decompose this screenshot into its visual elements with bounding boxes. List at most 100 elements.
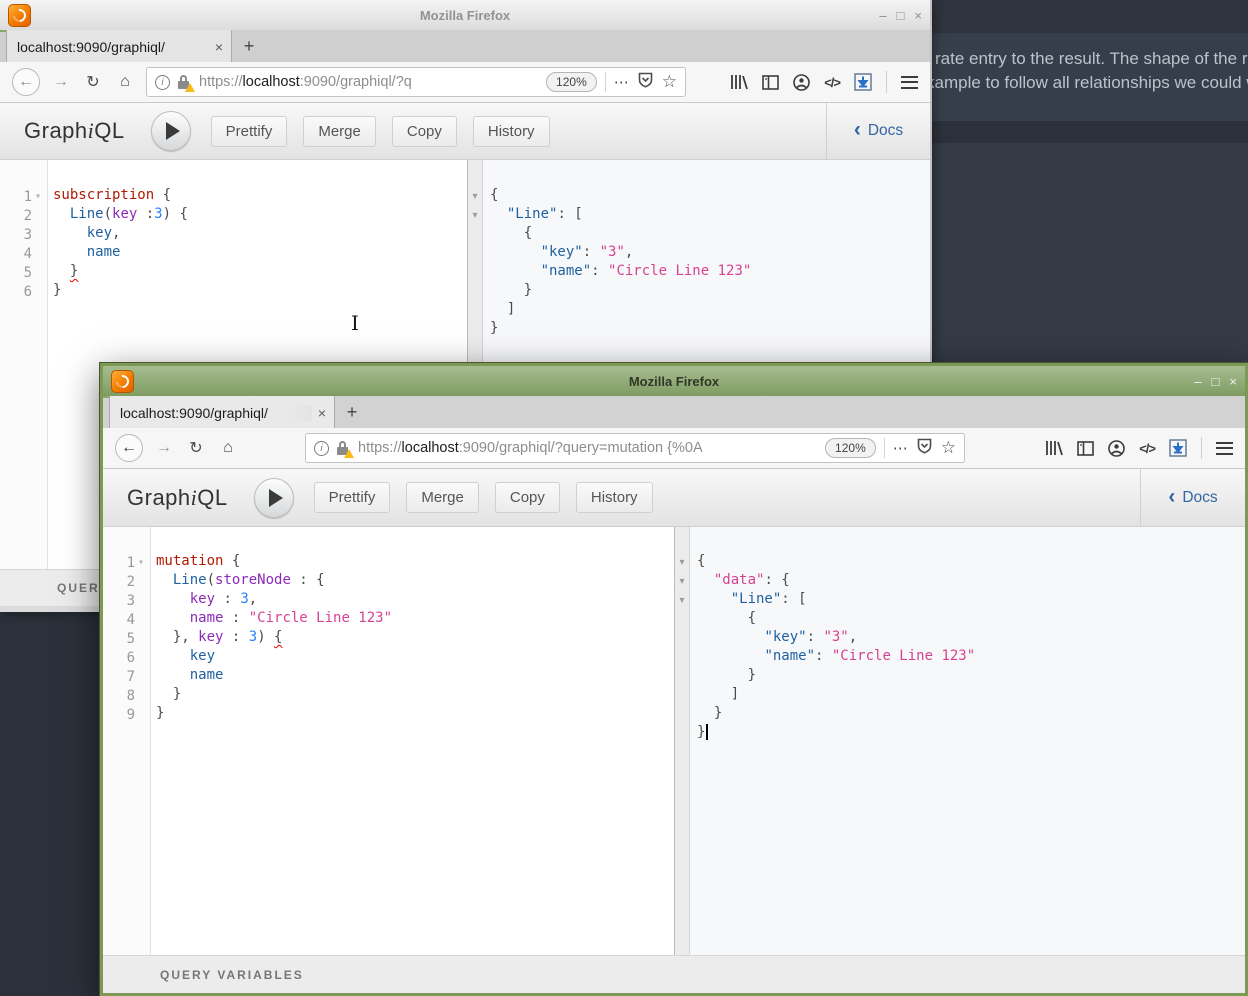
code-line: { <box>697 553 1245 572</box>
code-line: } <box>53 263 467 282</box>
insecure-lock-icon[interactable] <box>335 440 351 456</box>
fold-arrow-icon[interactable]: ▾ <box>32 191 44 202</box>
titlebar[interactable]: Mozilla Firefox – □ × <box>103 366 1245 396</box>
query-editor-pane: 1▾23456789 mutation { Line(storeNode : {… <box>103 527 674 955</box>
fold-gutter-row <box>468 320 482 339</box>
home-button[interactable]: ⌂ <box>114 73 136 91</box>
close-button[interactable]: × <box>1229 375 1237 388</box>
pocket-shield-icon[interactable] <box>917 438 932 458</box>
merge-button[interactable]: Merge <box>303 116 376 147</box>
minimize-button[interactable]: – <box>879 9 886 22</box>
execute-query-button[interactable] <box>254 478 294 518</box>
new-tab-button[interactable]: + <box>232 30 266 62</box>
fold-arrow-icon[interactable]: ▾ <box>675 572 689 591</box>
docs-link[interactable]: ‹Docs <box>1140 469 1245 526</box>
home-button[interactable]: ⌂ <box>217 439 239 457</box>
url-bar[interactable]: i https://localhost:9090/graphiql/?query… <box>305 433 965 463</box>
history-button[interactable]: History <box>576 482 653 513</box>
new-tab-button[interactable]: + <box>335 396 369 428</box>
developer-code-icon[interactable]: </> <box>824 75 840 90</box>
result-fold-gutter[interactable]: ▾▾▾ <box>674 527 690 955</box>
graphiql-panes: 1▾23456789 mutation { Line(storeNode : {… <box>103 527 1245 955</box>
desktop: rate entry to the result. The shape of t… <box>0 0 1248 996</box>
download-icon[interactable] <box>1169 439 1187 457</box>
download-icon[interactable] <box>854 73 872 91</box>
line-number: 5 <box>103 629 150 648</box>
background-docs-text: rate entry to the result. The shape of t… <box>935 49 1248 69</box>
fold-arrow-icon[interactable]: ▾ <box>675 591 689 610</box>
url-text[interactable]: https://localhost:9090/graphiql/?query=m… <box>358 440 821 456</box>
code-line: } <box>53 282 467 301</box>
titlebar[interactable]: Mozilla Firefox – □ × <box>0 0 930 30</box>
firefox-icon <box>8 4 31 27</box>
fold-arrow-icon[interactable]: ▾ <box>135 557 147 568</box>
zoom-level-badge[interactable]: 120% <box>825 438 876 458</box>
page-info-icon[interactable]: i <box>314 441 329 456</box>
fold-gutter-row <box>468 263 482 282</box>
bookmark-star-icon[interactable]: ☆ <box>662 72 677 92</box>
reload-button[interactable]: ↻ <box>82 72 104 92</box>
query-editor[interactable]: mutation { Line(storeNode : { key : 3, n… <box>151 527 674 955</box>
copy-button[interactable]: Copy <box>392 116 457 147</box>
tab-localhost-graphiql[interactable]: localhost:9090/graphiql/ × <box>109 396 335 428</box>
library-icon[interactable] <box>730 74 748 90</box>
insecure-lock-icon[interactable] <box>176 74 192 90</box>
maximize-button[interactable]: □ <box>1212 375 1220 388</box>
url-bar[interactable]: i https://localhost:9090/graphiql/?q 120… <box>146 67 686 97</box>
reload-button[interactable]: ↻ <box>185 438 207 458</box>
tab-localhost-graphiql[interactable]: localhost:9090/graphiql/ × <box>6 30 232 62</box>
line-number: 5 <box>0 263 47 282</box>
fold-arrow-icon[interactable]: ▾ <box>675 553 689 572</box>
warning-triangle-icon <box>185 83 195 92</box>
prettify-button[interactable]: Prettify <box>314 482 391 513</box>
line-number: 4 <box>103 610 150 629</box>
copy-button[interactable]: Copy <box>495 482 560 513</box>
history-button[interactable]: History <box>473 116 550 147</box>
forward-button[interactable]: → <box>153 439 175 457</box>
library-icon[interactable] <box>1045 440 1063 456</box>
merge-button[interactable]: Merge <box>406 482 479 513</box>
account-icon[interactable] <box>793 74 810 91</box>
hamburger-menu-icon[interactable] <box>901 76 918 89</box>
hamburger-menu-icon[interactable] <box>1216 442 1233 455</box>
tab-bar: localhost:9090/graphiql/ × + <box>103 396 1245 428</box>
sidebars-icon[interactable] <box>762 75 779 90</box>
code-line: } <box>490 282 930 301</box>
page-actions-icon[interactable]: ⋯ <box>614 73 629 91</box>
back-button[interactable]: ← <box>12 68 40 96</box>
fold-arrow-icon[interactable]: ▾ <box>468 206 482 225</box>
tab-label: localhost:9090/graphiql/ <box>120 405 312 421</box>
page-info-icon[interactable]: i <box>155 75 170 90</box>
page-actions-icon[interactable]: ⋯ <box>893 439 908 457</box>
fold-arrow-icon[interactable]: ▾ <box>468 187 482 206</box>
result-viewer[interactable]: { "data": { "Line": [ { "key": "3", "nam… <box>690 527 1245 955</box>
pocket-shield-icon[interactable] <box>638 72 653 92</box>
forward-button[interactable]: → <box>50 73 72 91</box>
code-line: name : "Circle Line 123" <box>156 610 674 629</box>
tab-close-icon[interactable]: × <box>215 39 223 55</box>
minimize-button[interactable]: – <box>1194 375 1201 388</box>
chevron-left-icon: ‹ <box>854 118 861 142</box>
url-text[interactable]: https://localhost:9090/graphiql/?q <box>199 74 542 90</box>
line-number: 1▾ <box>103 553 150 572</box>
query-variables-bar[interactable]: QUERY VARIABLES <box>103 955 1245 993</box>
bookmark-star-icon[interactable]: ☆ <box>941 438 956 458</box>
close-button[interactable]: × <box>914 9 922 22</box>
line-number: 6 <box>103 648 150 667</box>
back-button[interactable]: ← <box>115 434 143 462</box>
maximize-button[interactable]: □ <box>897 9 905 22</box>
tab-close-icon[interactable]: × <box>318 405 326 421</box>
code-line: ] <box>697 686 1245 705</box>
execute-query-button[interactable] <box>151 111 191 151</box>
line-number: 1▾ <box>0 187 47 206</box>
zoom-level-badge[interactable]: 120% <box>546 72 597 92</box>
prettify-button[interactable]: Prettify <box>211 116 288 147</box>
docs-link[interactable]: ‹Docs <box>826 103 930 159</box>
code-line: subscription { <box>53 187 467 206</box>
account-icon[interactable] <box>1108 440 1125 457</box>
fold-gutter-row <box>468 225 482 244</box>
developer-code-icon[interactable]: </> <box>1139 441 1155 456</box>
window-title: Mozilla Firefox <box>0 8 930 23</box>
sidebars-icon[interactable] <box>1077 441 1094 456</box>
play-icon <box>166 122 180 140</box>
